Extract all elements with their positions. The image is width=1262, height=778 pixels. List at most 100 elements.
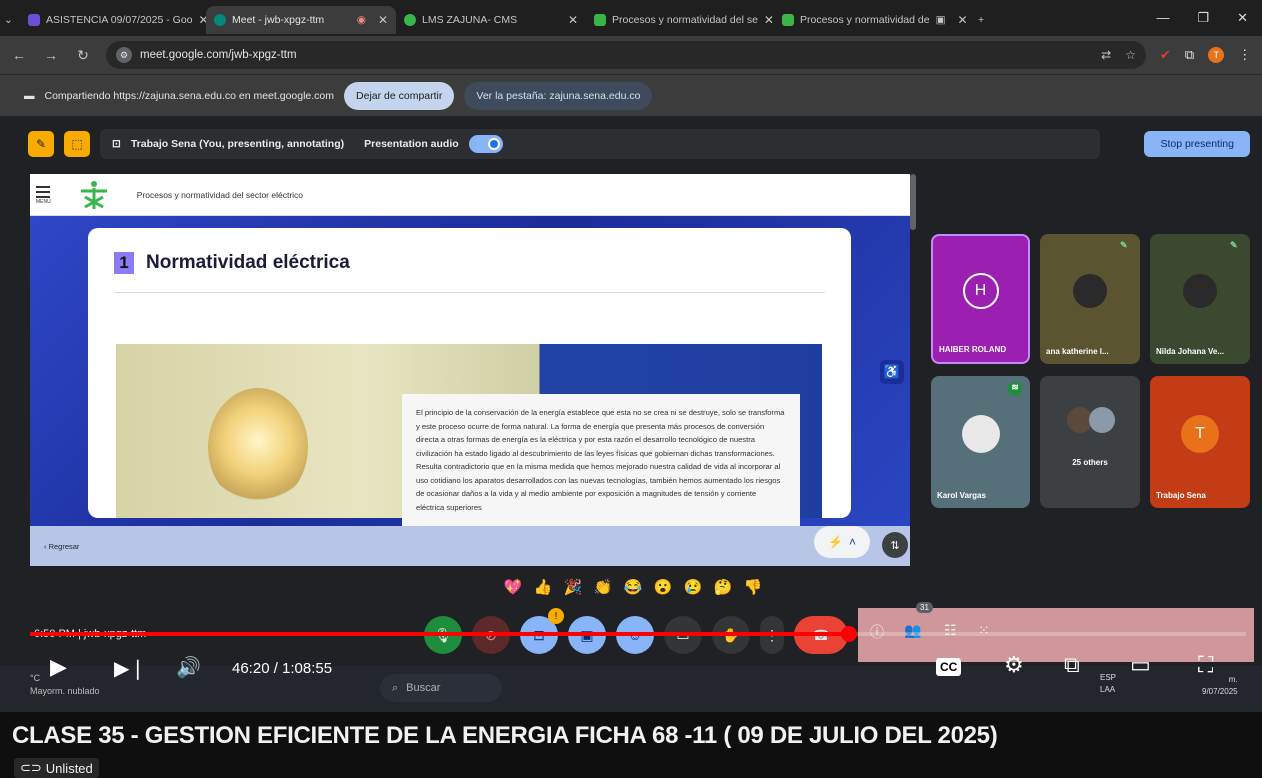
participant-tile[interactable]: ✎ Nilda Johana Ve... xyxy=(1150,234,1250,364)
back-icon[interactable]: ← xyxy=(10,47,28,63)
reaction-bar: 💖 👍 🎉 👏 😂 😮 😢 🤔 👎 xyxy=(502,576,764,598)
bookmark-star-icon[interactable]: ☆ xyxy=(1125,48,1136,62)
tab-lms[interactable]: LMS ZAJUNA- CMS ✕ xyxy=(396,6,586,34)
tab-search-button[interactable]: ⌄ xyxy=(0,6,20,34)
participant-tile[interactable]: ≋ Karol Vargas xyxy=(931,376,1030,508)
avatar xyxy=(1183,274,1217,309)
captions-cc-icon[interactable]: CC xyxy=(936,658,962,676)
tab-asistencia[interactable]: ASISTENCIA 09/07/2025 - Goo ✕ xyxy=(20,6,206,34)
section-title: Normatividad eléctrica xyxy=(146,252,350,273)
extension-icon[interactable]: ✔ xyxy=(1160,47,1171,63)
accessibility-icon[interactable]: ♿ xyxy=(880,360,904,384)
translate-icon[interactable]: ⇄ xyxy=(1101,48,1111,62)
reaction-thumbs-up[interactable]: 👍 xyxy=(532,576,554,598)
lightning-icon: ⚡ xyxy=(828,535,843,549)
pin-icon[interactable]: ⬚ xyxy=(64,131,90,157)
next-icon[interactable]: ▶❘ xyxy=(114,656,146,681)
new-tab-button[interactable]: + xyxy=(970,6,994,34)
reaction-thinking[interactable]: 🤔 xyxy=(712,576,734,598)
activities-icon[interactable]: ⁙ xyxy=(978,622,990,639)
weather-desc: Mayorm. nublado xyxy=(30,686,100,696)
back-button[interactable]: ‹ Regresar xyxy=(36,536,87,557)
visibility-label: Unlisted xyxy=(45,760,93,776)
reaction-sad[interactable]: 😢 xyxy=(682,576,704,598)
participant-name: Nilda Johana Ve... xyxy=(1156,347,1225,356)
stop-sharing-button[interactable]: Dejar de compartir xyxy=(344,81,455,110)
presented-page: MENU Procesos y normatividad del sector … xyxy=(30,174,910,566)
lms-icon xyxy=(404,14,416,26)
people-count-badge: 31 xyxy=(916,602,933,613)
tab-procesos-2[interactable]: Procesos y normatividad de ▣ ✕ xyxy=(774,6,970,34)
play-icon[interactable]: ▶ xyxy=(50,654,67,680)
volume-icon[interactable]: 🔊 xyxy=(176,655,201,680)
reload-icon[interactable]: ↻ xyxy=(74,47,92,64)
people-icon[interactable]: 👥 xyxy=(904,622,921,639)
others-tile[interactable]: 25 others xyxy=(1040,376,1140,508)
address-bar[interactable]: ⚙ meet.google.com/jwb-xpgz-ttm ⇄ ☆ xyxy=(106,41,1146,69)
progress-bar xyxy=(30,632,848,636)
miniplayer-icon[interactable]: ⧉ xyxy=(1064,652,1080,678)
quick-actions-button[interactable]: ⚡ ˄ xyxy=(814,526,870,558)
reaction-party[interactable]: 🎉 xyxy=(562,576,584,598)
taskbar-search[interactable]: ⌕ Buscar xyxy=(380,674,502,702)
close-icon[interactable]: ✕ xyxy=(764,13,774,27)
recording-icon: ◉ xyxy=(356,14,366,26)
tab-sharing-icon: ▣ xyxy=(935,14,946,26)
tab-label: ASISTENCIA 09/07/2025 - Goo xyxy=(46,14,193,26)
clock-date: 9/07/2025 xyxy=(1202,687,1238,696)
visibility-badge: ⊂⊃ Unlisted xyxy=(14,758,99,778)
reaction-clap[interactable]: 👏 xyxy=(592,576,614,598)
extensions-puzzle-icon[interactable]: ⧉ xyxy=(1185,47,1194,63)
menu-button[interactable]: MENU xyxy=(36,184,51,205)
meet-window: ✎ ⬚ ⊡ Trabajo Sena (You, presenting, ann… xyxy=(0,116,1262,712)
close-window-icon[interactable]: ✕ xyxy=(1237,10,1248,26)
close-icon[interactable]: ✕ xyxy=(378,13,388,27)
close-icon[interactable]: ✕ xyxy=(568,13,578,27)
page-footer: ‹ Regresar xyxy=(30,526,910,566)
participant-tile[interactable]: H HAIBER ROLAND xyxy=(931,234,1030,364)
minimize-icon[interactable]: — xyxy=(1156,10,1169,26)
present-icon: ⊡ xyxy=(112,138,121,150)
scroll-arrows-button[interactable]: ⇅ xyxy=(882,532,908,558)
site-info-icon[interactable]: ⚙ xyxy=(116,47,132,63)
course-title: Procesos y normatividad del sector eléct… xyxy=(136,189,304,200)
menu-label: MENU xyxy=(36,199,51,205)
page-scrollbar[interactable] xyxy=(910,174,916,230)
participant-name: Trabajo Sena xyxy=(1156,491,1206,500)
chat-icon[interactable]: ☷ xyxy=(944,622,957,639)
forward-icon[interactable]: → xyxy=(42,47,60,63)
tab-label: Meet - jwb-xpgz-ttm xyxy=(232,14,325,26)
participant-tile[interactable]: ✎ ana katherine l... xyxy=(1040,234,1140,364)
sharing-infobar: ▬ Compartiendo https://zajuna.sena.edu.c… xyxy=(0,74,1262,116)
settings-gear-icon[interactable]: ⚙ xyxy=(1004,652,1024,678)
presentation-audio-toggle[interactable] xyxy=(468,135,503,153)
tab-procesos-1[interactable]: Procesos y normatividad del se ✕ xyxy=(586,6,774,34)
stop-presenting-button[interactable]: Stop presenting xyxy=(1144,131,1250,157)
reaction-heart[interactable]: 💖 xyxy=(502,576,524,598)
profile-avatar[interactable]: T xyxy=(1208,47,1225,63)
language-indicator[interactable]: ESP LAA xyxy=(1100,672,1116,696)
presenting-info: ⊡ Trabajo Sena (You, presenting, annotat… xyxy=(100,129,1100,159)
body-text: El principio de la conservación de la en… xyxy=(402,394,800,534)
reaction-surprised[interactable]: 😮 xyxy=(652,576,674,598)
close-icon[interactable]: ✕ xyxy=(199,13,207,27)
sena-icon xyxy=(782,14,794,26)
restore-icon[interactable]: ❐ xyxy=(1197,10,1209,26)
tab-meet[interactable]: Meet - jwb-xpgz-ttm ◉ ✕ xyxy=(206,6,396,34)
close-icon[interactable]: ✕ xyxy=(958,13,968,27)
lang-region: LAA xyxy=(1100,685,1116,694)
screen-recording-frame: ⌄ ASISTENCIA 09/07/2025 - Goo ✕ Meet - j… xyxy=(0,0,1262,712)
link-icon: ⊂⊃ xyxy=(20,760,42,775)
scrubber-handle[interactable] xyxy=(841,626,857,642)
reaction-thumbs-down[interactable]: 👎 xyxy=(742,576,764,598)
view-tab-button[interactable]: Ver la pestaña: zajuna.sena.edu.co xyxy=(464,81,653,110)
lightbulb-icon xyxy=(208,388,308,506)
theater-mode-icon[interactable]: ▭ xyxy=(1130,652,1151,678)
participant-tile[interactable]: T Trabajo Sena xyxy=(1150,376,1250,508)
fullscreen-icon[interactable]: ⛶ xyxy=(1198,652,1213,678)
annotate-icon[interactable]: ✎ xyxy=(28,131,54,157)
others-count: 25 others xyxy=(1072,458,1108,467)
more-menu-icon[interactable]: ⋮ xyxy=(1238,47,1251,63)
reaction-laugh[interactable]: 😂 xyxy=(622,576,644,598)
search-label: Buscar xyxy=(406,682,441,694)
